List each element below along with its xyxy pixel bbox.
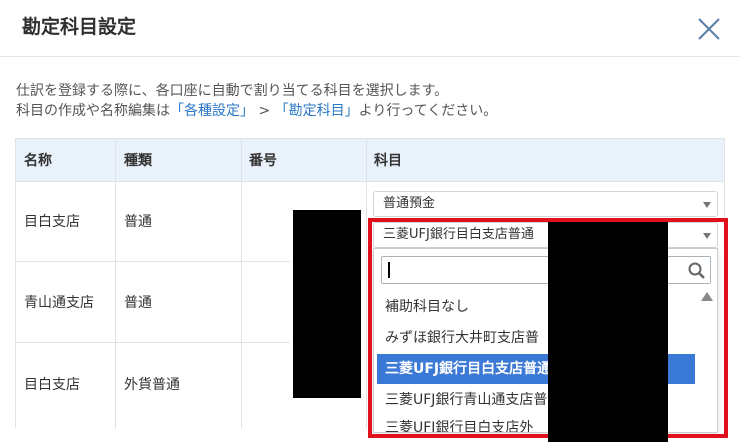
sub-account-select-value: 三菱UFJ銀行目白支店普通: [383, 227, 534, 242]
account-select-value: 普通預金: [383, 196, 436, 211]
row-2-name: 青山通支店: [24, 295, 94, 311]
row-1-type: 普通: [124, 214, 152, 230]
redaction-block: [293, 210, 361, 398]
row-3-type: 外貨普通: [124, 377, 180, 393]
chevron-down-icon: [703, 202, 711, 208]
row-divider: [16, 342, 290, 343]
description-prefix: 科目の作成や名称編集は: [16, 103, 170, 119]
breadcrumb-separator: >: [258, 103, 271, 119]
column-divider: [241, 139, 242, 429]
column-divider: [366, 139, 367, 429]
modal-title: 勘定科目設定: [22, 16, 137, 38]
row-divider: [16, 261, 290, 262]
description-suffix: より行ってください。: [358, 103, 498, 119]
row-2-type: 普通: [124, 295, 152, 311]
column-header-number: 番号: [249, 153, 277, 169]
column-header-account: 科目: [374, 153, 402, 169]
text-cursor: [388, 262, 390, 278]
row-3-name: 目白支店: [24, 377, 80, 393]
search-icon: [688, 262, 705, 279]
description-line-2: 科目の作成や名称編集は「各種設定」 > 「勘定科目」より行ってください。: [16, 100, 497, 120]
chevron-down-icon: [703, 233, 711, 239]
redaction-block: [548, 222, 668, 442]
account-titles-link[interactable]: 「勘定科目」: [275, 103, 359, 119]
column-divider: [115, 139, 116, 429]
description-line-1: 仕訳を登録する際に、各口座に自動で割り当てる科目を選択します。: [16, 83, 449, 99]
close-icon[interactable]: [696, 16, 722, 42]
account-select[interactable]: 普通預金: [373, 191, 718, 217]
column-header-name: 名称: [24, 153, 52, 169]
table-header: 名称 種類 番号 科目: [16, 139, 724, 182]
column-header-type: 種類: [124, 153, 152, 169]
modal-header: 勘定科目設定: [0, 0, 740, 57]
settings-link[interactable]: 「各種設定」: [170, 103, 254, 119]
row-1-name: 目白支店: [24, 214, 80, 230]
scroll-up-icon[interactable]: [701, 292, 713, 301]
